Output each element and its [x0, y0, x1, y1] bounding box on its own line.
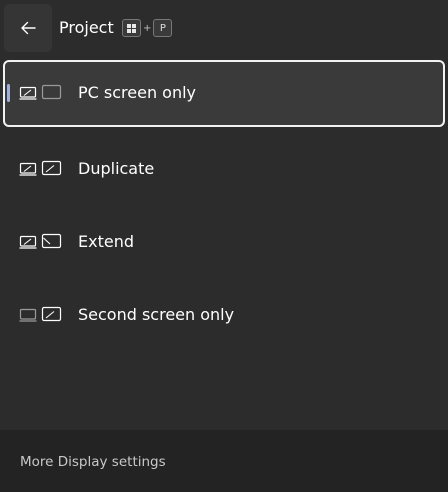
- option-label: Extend: [78, 232, 134, 251]
- flyout-header: Project + P: [0, 0, 448, 56]
- option-second-screen-only[interactable]: Second screen only: [3, 282, 445, 349]
- windows-logo-icon: [127, 23, 136, 33]
- pc-screen-only-icon: [19, 84, 62, 100]
- more-display-settings-link[interactable]: More Display settings: [20, 453, 166, 471]
- option-extend[interactable]: Extend: [3, 209, 445, 276]
- option-pc-screen-only[interactable]: PC screen only: [3, 60, 445, 127]
- option-label: PC screen only: [78, 83, 197, 102]
- project-flyout: Project + P PC screen only Duplicate Ext…: [0, 0, 448, 492]
- shortcut-plus: +: [143, 22, 152, 34]
- flyout-title: Project: [59, 18, 114, 37]
- back-button[interactable]: [4, 4, 52, 52]
- option-label: Duplicate: [78, 159, 155, 178]
- selection-indicator: [7, 84, 10, 102]
- extend-icon: [19, 233, 62, 249]
- option-duplicate[interactable]: Duplicate: [3, 136, 445, 203]
- flyout-footer: More Display settings: [0, 430, 448, 492]
- second-screen-only-icon: [19, 306, 62, 322]
- windows-key: [122, 19, 141, 37]
- arrow-left-icon: [21, 21, 36, 35]
- duplicate-icon: [19, 160, 62, 176]
- p-key: P: [153, 19, 173, 37]
- option-label: Second screen only: [78, 305, 235, 324]
- keyboard-shortcut: + P: [122, 19, 173, 37]
